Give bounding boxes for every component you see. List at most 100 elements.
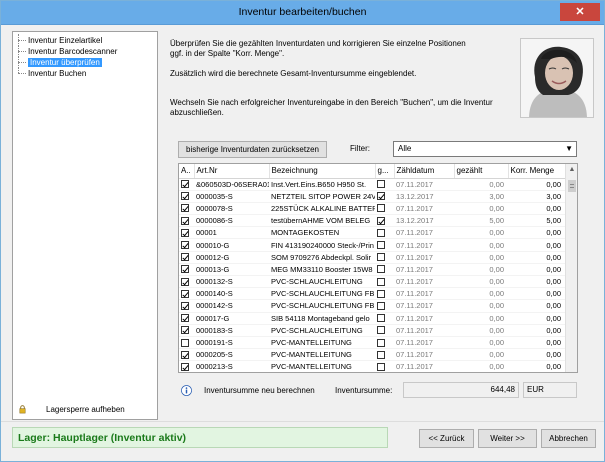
row-checkbox-a[interactable] (181, 326, 189, 335)
row-checkbox-g[interactable] (377, 216, 385, 225)
cell-korr-menge[interactable]: 0,00 (508, 360, 565, 372)
cell-artnr[interactable]: 0000183-S (194, 324, 269, 337)
back-button[interactable]: << Zurück (419, 429, 474, 448)
cell-zaehldatum[interactable]: 07.11.2017 (394, 251, 454, 264)
table-row[interactable]: 0000086-S testübernAHME VOM BELEG 13.12.20… (179, 214, 565, 228)
cell-zaehldatum[interactable]: 07.11.2017 (394, 299, 454, 313)
row-checkbox-g[interactable] (377, 265, 385, 274)
cell-artnr[interactable]: 00001 (194, 226, 269, 240)
row-checkbox-a[interactable] (181, 265, 189, 274)
cell-bezeichnung[interactable]: FIN 413190240000 Steck-/Prin (269, 238, 375, 252)
cell-korr-menge[interactable]: 0,00 (508, 348, 565, 362)
cell-bezeichnung[interactable]: PVC-MANTELLEITUNG (269, 336, 375, 350)
row-checkbox-a[interactable] (181, 228, 189, 237)
cell-artnr[interactable]: &060503D-06SERA01 (194, 178, 269, 191)
table-row[interactable]: 0000132-S PVC-SCHLAUCHLEITUNG 07.11.2017 0,… (179, 275, 565, 289)
table-row[interactable]: 0000191-S PVC-MANTELLEITUNG 07.11.2017 0,00… (179, 336, 565, 350)
cell-artnr[interactable]: 0000078-S (194, 202, 269, 216)
cell-gezaehlt[interactable]: 3,00 (454, 190, 508, 203)
scroll-thumb[interactable] (568, 180, 576, 192)
cell-gezaehlt[interactable]: 0,00 (454, 263, 508, 277)
row-checkbox-g[interactable] (377, 228, 385, 237)
cell-korr-menge[interactable]: 0,00 (508, 178, 565, 191)
row-checkbox-a[interactable] (181, 338, 189, 347)
cell-korr-menge[interactable]: 0,00 (508, 299, 565, 313)
row-checkbox-a[interactable] (181, 253, 189, 262)
cell-gezaehlt[interactable]: 0,00 (454, 324, 508, 337)
cell-zaehldatum[interactable]: 07.11.2017 (394, 312, 454, 325)
cell-korr-menge[interactable]: 3,00 (508, 190, 565, 203)
row-checkbox-a[interactable] (181, 192, 189, 201)
cell-artnr[interactable]: 000013-G (194, 263, 269, 277)
next-button[interactable]: Weiter >> (478, 429, 537, 448)
cell-gezaehlt[interactable]: 0,00 (454, 251, 508, 264)
cell-bezeichnung[interactable]: PVC-SCHLAUCHLEITUNG FB. (269, 299, 375, 313)
row-checkbox-a[interactable] (181, 241, 189, 250)
nav-item-barcodescanner[interactable]: Inventur Barcodescanner (18, 45, 117, 57)
table-row[interactable]: 0000140-S PVC-SCHLAUCHLEITUNG FB. 07.11.20… (179, 287, 565, 301)
row-checkbox-g[interactable] (377, 192, 385, 201)
table-row[interactable]: 0000035-S NETZTEIL SITOP POWER 24V/13.12.… (179, 190, 565, 203)
cell-bezeichnung[interactable]: 225STÜCK ALKALINE BATTER (269, 202, 375, 216)
cell-korr-menge[interactable]: 0,00 (508, 336, 565, 350)
table-row[interactable]: 000017-G SIB 54118 Montageband gelo 07.11.… (179, 312, 565, 325)
cell-korr-menge[interactable]: 0,00 (508, 251, 565, 264)
cell-gezaehlt[interactable]: 5,00 (454, 214, 508, 228)
cell-gezaehlt[interactable]: 0,00 (454, 238, 508, 252)
vertical-scrollbar[interactable]: ▲ (565, 164, 577, 372)
cell-zaehldatum[interactable]: 07.11.2017 (394, 226, 454, 240)
row-checkbox-a[interactable] (181, 180, 189, 189)
cell-korr-menge[interactable]: 0,00 (508, 287, 565, 301)
cell-gezaehlt[interactable]: 0,00 (454, 202, 508, 216)
cell-zaehldatum[interactable]: 07.11.2017 (394, 238, 454, 252)
table-row[interactable]: 0000142-S PVC-SCHLAUCHLEITUNG FB. 07.11.20… (179, 299, 565, 313)
column-header-korr-menge[interactable]: Korr. Menge (508, 164, 566, 179)
cell-zaehldatum[interactable]: 07.11.2017 (394, 263, 454, 277)
row-checkbox-g[interactable] (377, 277, 385, 286)
cell-bezeichnung[interactable]: PVC-SCHLAUCHLEITUNG (269, 275, 375, 289)
close-icon[interactable]: ✕ (560, 3, 600, 21)
cell-gezaehlt[interactable]: 0,00 (454, 360, 508, 372)
row-checkbox-a[interactable] (181, 314, 189, 323)
table-row[interactable]: 000010-G FIN 413190240000 Steck-/Prin 07.1… (179, 238, 565, 252)
filter-select[interactable]: Alle ▼ (393, 141, 577, 157)
cell-bezeichnung[interactable]: PVC-SCHLAUCHLEITUNG (269, 324, 375, 337)
column-header-zaehldatum[interactable]: Zähldatum (394, 164, 455, 179)
cell-korr-menge[interactable]: 0,00 (508, 238, 565, 252)
row-checkbox-g[interactable] (377, 350, 385, 359)
cell-zaehldatum[interactable]: 07.11.2017 (394, 360, 454, 372)
nav-item-ueberpruefen[interactable]: Inventur überprüfen (18, 56, 117, 68)
cell-artnr[interactable]: 0000140-S (194, 287, 269, 301)
cell-gezaehlt[interactable]: 0,00 (454, 178, 508, 191)
cell-bezeichnung[interactable]: PVC-MANTELLEITUNG (269, 348, 375, 362)
row-checkbox-g[interactable] (377, 301, 385, 310)
cell-bezeichnung[interactable]: NETZTEIL SITOP POWER 24V/ (269, 190, 375, 203)
cell-zaehldatum[interactable]: 07.11.2017 (394, 324, 454, 337)
cell-artnr[interactable]: 0000142-S (194, 299, 269, 313)
table-row[interactable]: &060503D-06SERA01 Inst.Vert.Eins.B650 H95… (179, 178, 565, 191)
table-row[interactable]: 0000213-S PVC-MANTELLEITUNG 07.11.2017 0,00… (179, 360, 565, 372)
cell-gezaehlt[interactable]: 0,00 (454, 312, 508, 325)
nav-item-einzelartikel[interactable]: Inventur Einzelartikel (18, 34, 117, 46)
cell-gezaehlt[interactable]: 0,00 (454, 348, 508, 362)
cell-korr-menge[interactable]: 0,00 (508, 202, 565, 216)
cell-gezaehlt[interactable]: 0,00 (454, 275, 508, 289)
table-row[interactable]: 0000078-S 225STÜCK ALKALINE BATTER 07.11.2… (179, 202, 565, 216)
table-row[interactable]: 0000183-S PVC-SCHLAUCHLEITUNG 07.11.2017 0,… (179, 324, 565, 337)
table-row[interactable]: 0000205-S PVC-MANTELLEITUNG 07.11.2017 0,00… (179, 348, 565, 362)
column-header-gezaehlt[interactable]: gezählt (454, 164, 509, 179)
row-checkbox-a[interactable] (181, 289, 189, 298)
cell-zaehldatum[interactable]: 07.11.2017 (394, 287, 454, 301)
cell-bezeichnung[interactable]: SOM 9709276 Abdeckpl. Solir (269, 251, 375, 264)
table-row[interactable]: 000013-G MEG MM33110 Booster 15W8 07.11.20… (179, 263, 565, 277)
row-checkbox-g[interactable] (377, 326, 385, 335)
cell-zaehldatum[interactable]: 13.12.2017 (394, 214, 454, 228)
row-checkbox-g[interactable] (377, 314, 385, 323)
reset-inventory-button[interactable]: bisherige Inventurdaten zurücksetzen (178, 141, 327, 158)
cell-bezeichnung[interactable]: testübernAHME VOM BELEG (269, 214, 375, 228)
cell-artnr[interactable]: 0000205-S (194, 348, 269, 362)
cell-zaehldatum[interactable]: 13.12.2017 (394, 190, 454, 203)
table-row[interactable]: 00001 MONTAGEKOSTEN 07.11.2017 0,00 0,00 (179, 226, 565, 240)
inventory-grid[interactable]: A.. Art.Nr Bezeichnung g... Zähldatum ge… (178, 163, 578, 373)
row-checkbox-g[interactable] (377, 241, 385, 250)
